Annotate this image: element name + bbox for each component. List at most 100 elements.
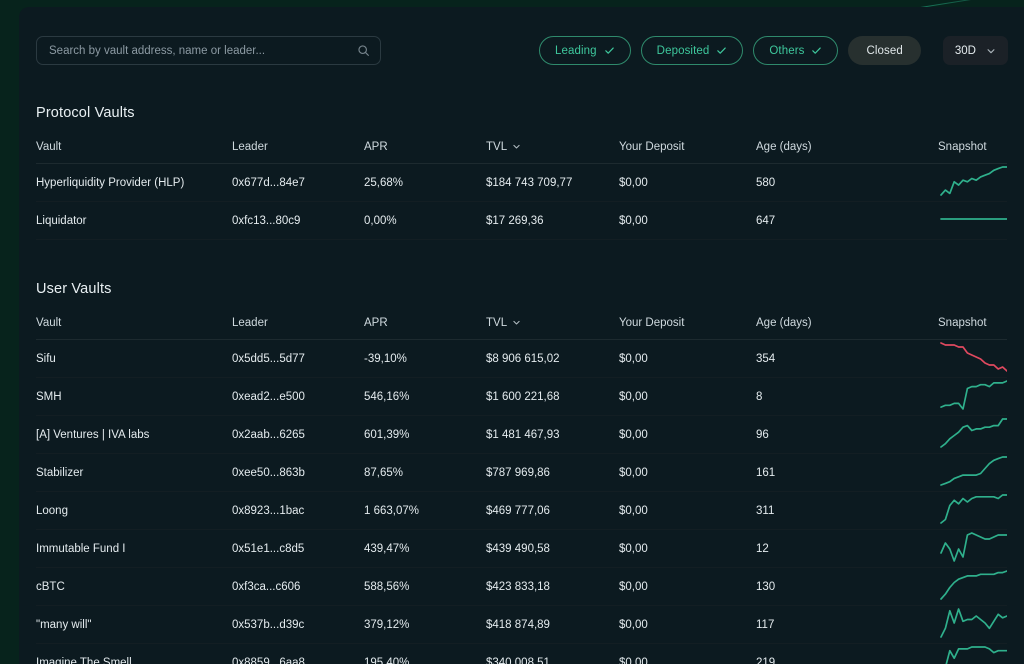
apr-value: 25,68%: [364, 163, 486, 202]
sparkline-chart: [938, 568, 1007, 605]
age-value: 354: [756, 339, 938, 378]
chevron-down-icon: [512, 318, 522, 328]
column-header-apr[interactable]: APR: [364, 317, 486, 340]
apr-value: 1 663,07%: [364, 491, 486, 530]
column-header-label: TVL: [486, 317, 508, 329]
snapshot-cell: [938, 605, 1007, 644]
column-header-label: Vault: [36, 141, 62, 153]
vault-name: Hyperliquidity Provider (HLP): [36, 163, 232, 202]
table-row[interactable]: Imagine The Smell 0x8859...6aa8 195,40% $34…: [36, 643, 1007, 664]
your-deposit-value: $0,00: [619, 529, 756, 568]
column-header-vault[interactable]: Vault: [36, 141, 232, 164]
tvl-value: $8 906 615,02: [486, 339, 619, 378]
leader-address: 0xead2...e500: [232, 377, 364, 416]
time-range-label: 30D: [954, 44, 976, 57]
leader-address: 0x677d...84e7: [232, 163, 364, 202]
column-header-age[interactable]: Age (days): [756, 317, 938, 340]
table-row[interactable]: Immutable Fund I 0x51e1...c8d5 439,47% $439…: [36, 529, 1007, 568]
table-row[interactable]: "many will" 0x537b...d39c 379,12% $418 874,…: [36, 605, 1007, 644]
sparkline-chart: [938, 202, 1007, 239]
table-row[interactable]: Sifu 0x5dd5...5d77 -39,10% $8 906 615,02 $0,…: [36, 339, 1007, 378]
vault-name: [A] Ventures | IVA labs: [36, 415, 232, 454]
tvl-value: $1 600 221,68: [486, 377, 619, 416]
table-row[interactable]: Loong 0x8923...1bac 1 663,07% $469 777,06 $0…: [36, 491, 1007, 530]
column-header-deposit[interactable]: Your Deposit: [619, 317, 756, 340]
time-range-select[interactable]: 30D: [942, 36, 1008, 65]
your-deposit-value: $0,00: [619, 415, 756, 454]
tvl-value: $423 833,18: [486, 567, 619, 606]
age-value: 311: [756, 491, 938, 530]
table-row[interactable]: Liquidator 0xfc13...80c9 0,00% $17 269,36 $0…: [36, 201, 1007, 240]
age-value: 580: [756, 163, 938, 202]
column-header-label: Leader: [232, 317, 268, 329]
table-row[interactable]: [A] Ventures | IVA labs 0x2aab...6265 601,…: [36, 415, 1007, 454]
apr-value: -39,10%: [364, 339, 486, 378]
table-row[interactable]: cBTC 0xf3ca...c606 588,56% $423 833,18 $0,00…: [36, 567, 1007, 606]
filter-chip-label: Deposited: [656, 44, 710, 57]
filter-chip-closed[interactable]: Closed: [848, 36, 921, 65]
leader-address: 0x2aab...6265: [232, 415, 364, 454]
your-deposit-value: $0,00: [619, 339, 756, 378]
age-value: 130: [756, 567, 938, 606]
filter-chip-deposited[interactable]: Deposited: [640, 36, 744, 65]
tvl-value: $439 490,58: [486, 529, 619, 568]
column-header-tvl[interactable]: TVL: [486, 317, 619, 340]
tvl-value: $418 874,89: [486, 605, 619, 644]
your-deposit-value: $0,00: [619, 377, 756, 416]
leader-address: 0xf3ca...c606: [232, 567, 364, 606]
vault-name: "many will": [36, 605, 232, 644]
filter-chip-leading[interactable]: Leading: [539, 36, 631, 65]
column-header-age[interactable]: Age (days): [756, 141, 938, 164]
column-header-label: Age (days): [756, 317, 812, 329]
table-row[interactable]: SMH 0xead2...e500 546,16% $1 600 221,68 $0,0…: [36, 377, 1007, 416]
filter-chip-label: Others: [769, 44, 805, 57]
vault-name: Stabilizer: [36, 453, 232, 492]
column-header-leader[interactable]: Leader: [232, 317, 364, 340]
column-header-label: Your Deposit: [619, 141, 685, 153]
column-header-leader[interactable]: Leader: [232, 141, 364, 164]
your-deposit-value: $0,00: [619, 163, 756, 202]
snapshot-cell: [938, 643, 1007, 664]
user-vaults-table: Vault Leader APR TVL Your Deposit Age (days) S…: [36, 317, 1007, 664]
snapshot-cell: [938, 339, 1007, 378]
column-header-snapshot[interactable]: Snapshot: [938, 317, 1007, 340]
your-deposit-value: $0,00: [619, 201, 756, 240]
snapshot-cell: [938, 415, 1007, 454]
your-deposit-value: $0,00: [619, 491, 756, 530]
filter-chip-others[interactable]: Others: [753, 36, 839, 65]
sparkline-chart: [938, 606, 1007, 643]
table-body: Sifu 0x5dd5...5d77 -39,10% $8 906 615,02 $0,…: [36, 339, 1007, 664]
vault-name: Immutable Fund I: [36, 529, 232, 568]
snapshot-cell: [938, 491, 1007, 530]
search-input[interactable]: [49, 44, 357, 57]
column-header-label: Leader: [232, 141, 268, 153]
table-header-row: Vault Leader APR TVL Your Deposit Age (days) S…: [36, 141, 1007, 164]
column-header-label: TVL: [486, 141, 508, 153]
age-value: 647: [756, 201, 938, 240]
column-header-deposit[interactable]: Your Deposit: [619, 141, 756, 164]
age-value: 161: [756, 453, 938, 492]
filter-chip-label: Leading: [555, 44, 597, 57]
column-header-tvl[interactable]: TVL: [486, 141, 619, 164]
column-header-apr[interactable]: APR: [364, 141, 486, 164]
apr-value: 0,00%: [364, 201, 486, 240]
apr-value: 195,40%: [364, 643, 486, 664]
vault-name: Liquidator: [36, 201, 232, 240]
vault-name: cBTC: [36, 567, 232, 606]
column-header-snapshot[interactable]: Snapshot: [938, 141, 1007, 164]
table-body: Hyperliquidity Provider (HLP) 0x677d...84…: [36, 163, 1007, 240]
tvl-value: $17 269,36: [486, 201, 619, 240]
vault-name: Imagine The Smell: [36, 643, 232, 664]
column-header-label: Your Deposit: [619, 317, 685, 329]
leader-address: 0x5dd5...5d77: [232, 339, 364, 378]
table-row[interactable]: Stabilizer 0xee50...863b 87,65% $787 969,86…: [36, 453, 1007, 492]
snapshot-cell: [938, 453, 1007, 492]
column-header-label: APR: [364, 317, 388, 329]
sparkline-chart: [938, 340, 1007, 377]
vault-name: Sifu: [36, 339, 232, 378]
age-value: 12: [756, 529, 938, 568]
table-row[interactable]: Hyperliquidity Provider (HLP) 0x677d...84…: [36, 163, 1007, 202]
protocol-vaults-table: Vault Leader APR TVL Your Deposit Age (days) S…: [36, 141, 1007, 240]
column-header-vault[interactable]: Vault: [36, 317, 232, 340]
search-box[interactable]: [36, 36, 381, 65]
